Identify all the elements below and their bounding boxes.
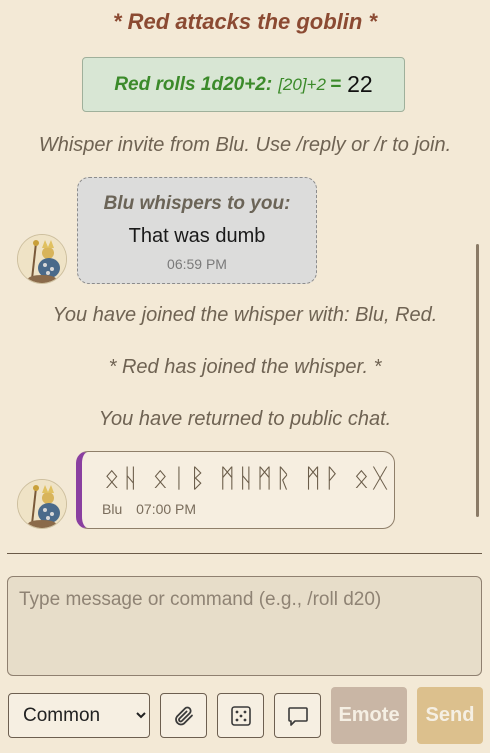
attach-button[interactable] — [160, 693, 207, 738]
character-portrait-icon — [18, 235, 66, 283]
chat-scrollbar[interactable] — [476, 244, 479, 517]
divider — [7, 553, 482, 554]
roll-detail: [20]+2 — [278, 74, 326, 94]
avatar[interactable] — [17, 479, 67, 529]
send-button[interactable]: Send — [417, 687, 483, 744]
whisper-text: That was dumb — [128, 225, 266, 247]
system-message-whisper-invite: Whisper invite from Blu. Use /reply or /… — [38, 134, 452, 156]
system-message-joined: You have joined the whisper with: Blu, R… — [52, 304, 438, 326]
chat-log[interactable]: * Red attacks the goblin * Red rolls 1d2… — [0, 0, 490, 552]
dice-roll-result: Red rolls 1d20+2: [20]+2 = 22 — [82, 57, 405, 112]
whisper-button[interactable] — [274, 693, 321, 738]
speech-bubble-icon — [287, 706, 308, 726]
message-timestamp: 07:00 PM — [136, 501, 197, 517]
roll-label: Red rolls 1d20+2: — [114, 73, 273, 95]
message-input[interactable] — [7, 576, 482, 676]
dice-button[interactable] — [217, 693, 264, 738]
roll-total: 22 — [347, 71, 373, 97]
message-meta: Blu 07:00 PM — [102, 501, 196, 517]
message-text: ᛟᚺ ᛟᛁᛒ ᛗᚺᛗᚱ ᛗᚹ ᛟᚷ — [104, 464, 391, 494]
roll-equals: = — [329, 73, 342, 95]
language-select[interactable]: Common — [8, 693, 150, 738]
dice-icon — [230, 705, 251, 726]
system-message-returned: You have returned to public chat. — [98, 408, 392, 430]
whisper-timestamp: 06:59 PM — [167, 256, 227, 272]
whisper-message: Blu whispers to you: That was dumb 06:59… — [77, 177, 317, 284]
character-portrait-icon — [18, 480, 66, 528]
chat-message: ᛟᚺ ᛟᛁᛒ ᛗᚺᛗᚱ ᛗᚹ ᛟᚷ Blu 07:00 PM — [76, 451, 395, 529]
action-message: * Red attacks the goblin * — [112, 9, 378, 34]
message-sender: Blu — [102, 501, 123, 517]
avatar[interactable] — [17, 234, 67, 284]
system-message-red-joined: * Red has joined the whisper. * — [108, 356, 382, 378]
emote-button[interactable]: Emote — [331, 687, 407, 744]
whisper-header: Blu whispers to you: — [103, 193, 291, 214]
paperclip-icon — [174, 706, 193, 725]
